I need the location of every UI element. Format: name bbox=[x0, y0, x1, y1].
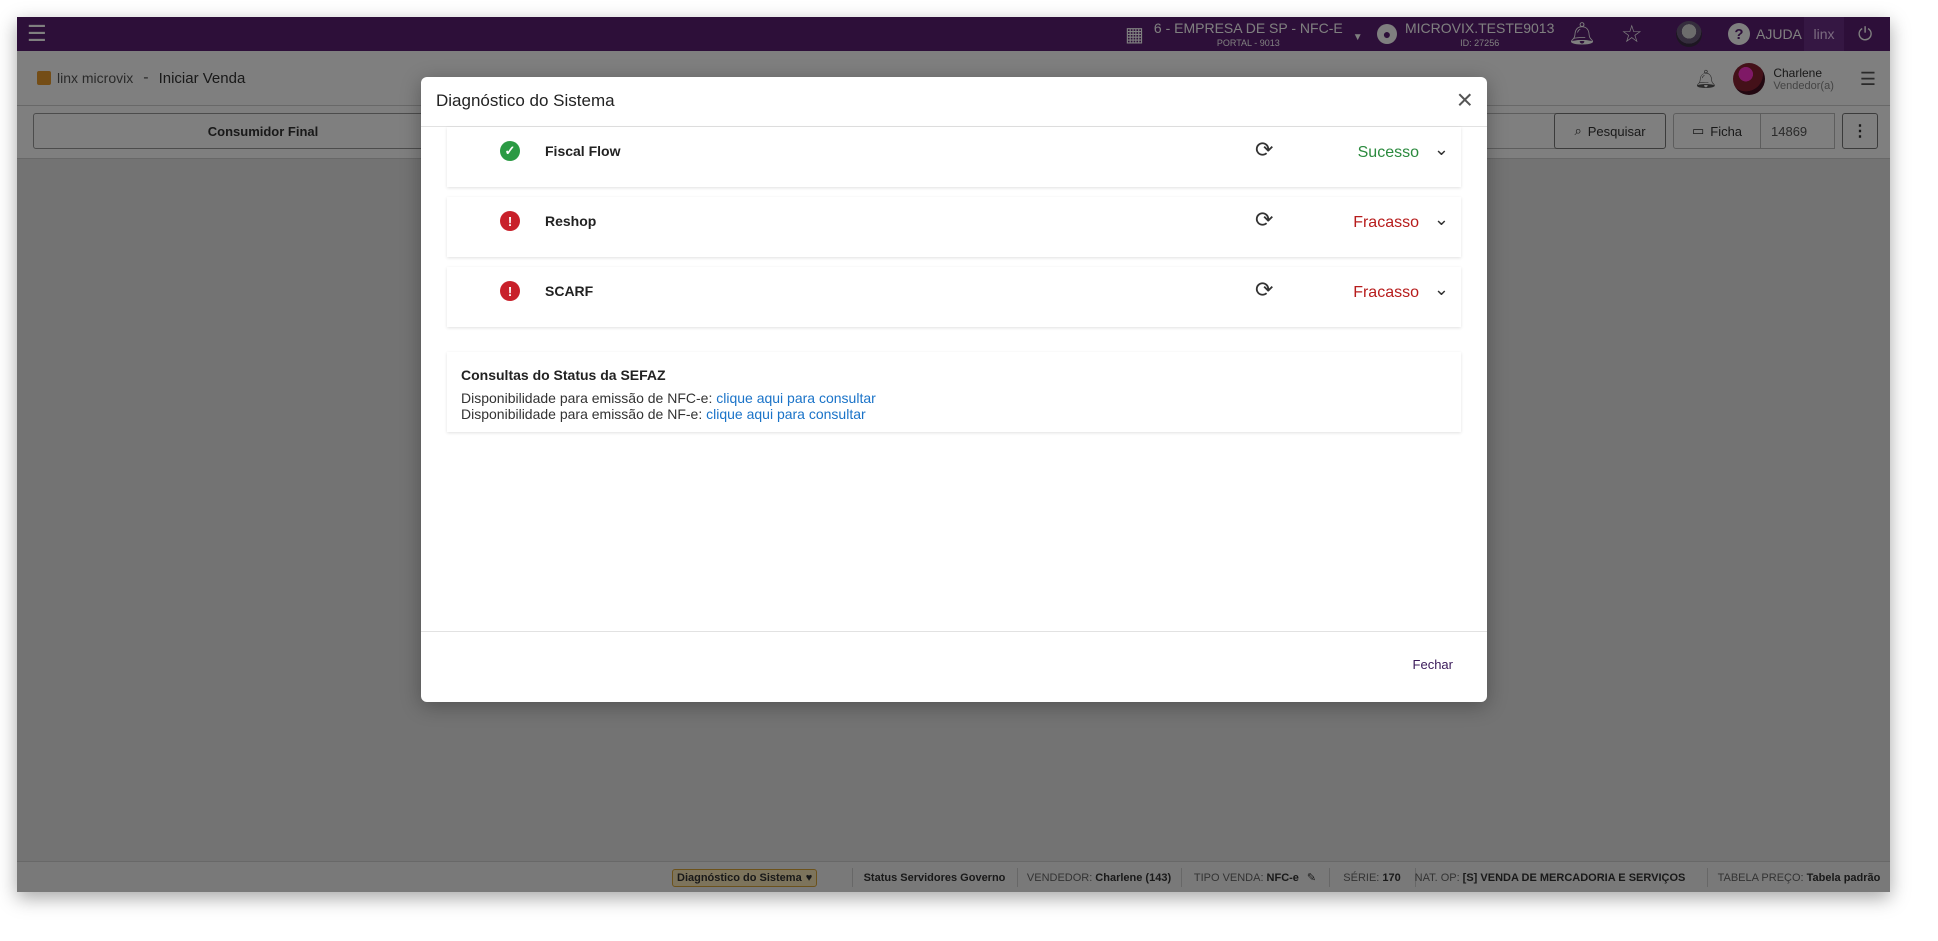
service-name: Reshop bbox=[545, 213, 597, 229]
error-alert-icon: ! bbox=[500, 281, 520, 301]
service-row-reshop[interactable]: ! Reshop ⟳ Fracasso ⌄ bbox=[447, 197, 1461, 257]
nfce-consult-link[interactable]: clique aqui para consultar bbox=[716, 390, 876, 406]
success-check-icon: ✓ bbox=[500, 141, 520, 161]
chevron-down-icon[interactable]: ⌄ bbox=[1434, 139, 1449, 160]
service-row-scarf[interactable]: ! SCARF ⟳ Fracasso ⌄ bbox=[447, 267, 1461, 327]
service-status: Fracasso bbox=[1353, 214, 1419, 231]
sefaz-status-card: Consultas do Status da SEFAZ Disponibili… bbox=[447, 352, 1461, 432]
app-window: ☰ ▦ 6 - EMPRESA DE SP - NFC-E PORTAL - 9… bbox=[17, 17, 1890, 892]
chevron-down-icon[interactable]: ⌄ bbox=[1434, 209, 1449, 230]
modal-title: Diagnóstico do Sistema bbox=[436, 91, 615, 110]
service-status: Sucesso bbox=[1357, 144, 1419, 161]
nfe-consult-link[interactable]: clique aqui para consultar bbox=[706, 406, 866, 422]
diagnostic-modal: Diagnóstico do Sistema × ✓ Fiscal Flow ⟳… bbox=[421, 77, 1487, 702]
service-status: Fracasso bbox=[1353, 284, 1419, 301]
nfce-availability: Disponibilidade para emissão de NFC-e: c… bbox=[461, 390, 876, 406]
close-icon[interactable]: × bbox=[1457, 85, 1473, 115]
service-name: SCARF bbox=[545, 283, 594, 299]
refresh-icon[interactable]: ⟳ bbox=[1255, 137, 1273, 163]
service-name: Fiscal Flow bbox=[545, 143, 621, 159]
nfe-availability: Disponibilidade para emissão de NF-e: cl… bbox=[461, 406, 866, 422]
service-row-fiscal-flow[interactable]: ✓ Fiscal Flow ⟳ Sucesso ⌄ bbox=[447, 127, 1461, 187]
refresh-icon[interactable]: ⟳ bbox=[1255, 277, 1273, 303]
chevron-down-icon[interactable]: ⌄ bbox=[1434, 279, 1449, 300]
modal-footer: Fechar bbox=[421, 631, 1487, 702]
sefaz-title: Consultas do Status da SEFAZ bbox=[461, 367, 666, 383]
error-alert-icon: ! bbox=[500, 211, 520, 231]
refresh-icon[interactable]: ⟳ bbox=[1255, 207, 1273, 233]
modal-header: Diagnóstico do Sistema × bbox=[421, 77, 1487, 127]
close-button[interactable]: Fechar bbox=[1413, 657, 1453, 672]
